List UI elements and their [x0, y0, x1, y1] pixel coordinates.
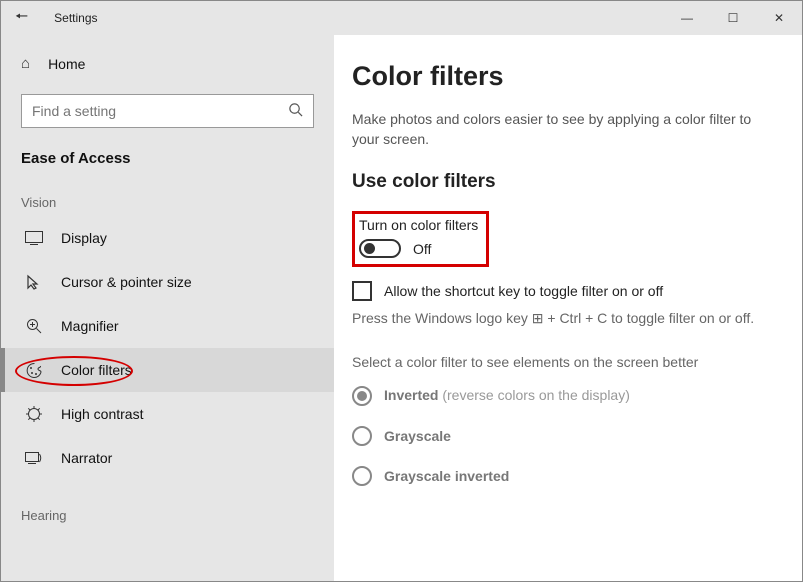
- radio-label: Grayscale: [384, 428, 451, 444]
- radio-label: Grayscale inverted: [384, 468, 509, 484]
- nav-label: High contrast: [61, 406, 143, 422]
- hint-pre: Press the Windows logo key: [352, 310, 532, 326]
- color-filters-toggle[interactable]: [359, 239, 401, 258]
- radio-inverted[interactable]: Inverted (reverse colors on the display): [352, 386, 774, 406]
- section-title: Use color filters: [352, 171, 774, 193]
- sidebar-item-display[interactable]: Display: [1, 216, 334, 260]
- content: ⌂ Home Ease of Access Vision Display Cur…: [1, 35, 802, 581]
- radio-button: [352, 386, 372, 406]
- checkbox-label: Allow the shortcut key to toggle filter …: [384, 283, 663, 299]
- radio-label: Inverted: [384, 387, 438, 403]
- titlebar-left: 🠔 Settings: [1, 6, 664, 31]
- nav-label: Display: [61, 230, 107, 246]
- radio-sub: (reverse colors on the display): [438, 387, 629, 403]
- close-button[interactable]: ✕: [756, 1, 802, 35]
- sidebar-item-color-filters[interactable]: Color filters: [1, 348, 334, 392]
- group-vision: Vision: [1, 167, 334, 216]
- window-controls: — ☐ ✕: [664, 1, 802, 35]
- titlebar: 🠔 Settings — ☐ ✕: [1, 1, 802, 35]
- sidebar-item-magnifier[interactable]: Magnifier: [1, 304, 334, 348]
- filter-select-description: Select a color filter to see elements on…: [352, 354, 774, 370]
- narrator-icon: [25, 449, 43, 467]
- annotation-box: Turn on color filters Off: [352, 211, 489, 267]
- toggle-state: Off: [413, 241, 431, 257]
- app-title: Settings: [54, 11, 97, 25]
- home-icon: ⌂: [21, 55, 30, 72]
- toggle-row: Off: [359, 239, 478, 258]
- search-input[interactable]: [32, 103, 288, 119]
- display-icon: [25, 229, 43, 247]
- maximize-button[interactable]: ☐: [710, 1, 756, 35]
- minimize-button[interactable]: —: [664, 1, 710, 35]
- shortcut-hint: Press the Windows logo key ⊞ + Ctrl + C …: [352, 309, 774, 330]
- sidebar-item-high-contrast[interactable]: High contrast: [1, 392, 334, 436]
- page-title: Color filters: [352, 61, 774, 92]
- home-label: Home: [48, 56, 85, 72]
- shortcut-checkbox-row: Allow the shortcut key to toggle filter …: [352, 281, 774, 301]
- page-description: Make photos and colors easier to see by …: [352, 110, 774, 149]
- windows-key-icon: ⊞: [532, 312, 544, 327]
- search-icon: [288, 102, 303, 121]
- nav-label: Cursor & pointer size: [61, 274, 192, 290]
- cursor-icon: [25, 273, 43, 291]
- section-heading: Ease of Access: [1, 150, 334, 167]
- home-nav[interactable]: ⌂ Home: [1, 49, 334, 78]
- toggle-knob: [364, 243, 375, 254]
- magnifier-icon: [25, 317, 43, 335]
- palette-icon: [25, 361, 43, 379]
- shortcut-checkbox[interactable]: [352, 281, 372, 301]
- radio-grayscale-inverted[interactable]: Grayscale inverted: [352, 466, 774, 486]
- main-panel: Color filters Make photos and colors eas…: [334, 35, 802, 581]
- radio-button: [352, 426, 372, 446]
- sidebar: ⌂ Home Ease of Access Vision Display Cur…: [1, 35, 334, 581]
- nav-label: Color filters: [61, 362, 132, 378]
- toggle-label: Turn on color filters: [359, 217, 478, 233]
- sidebar-item-narrator[interactable]: Narrator: [1, 436, 334, 480]
- sidebar-item-cursor[interactable]: Cursor & pointer size: [1, 260, 334, 304]
- search-box[interactable]: [21, 94, 314, 128]
- nav-label: Narrator: [61, 450, 112, 466]
- radio-button: [352, 466, 372, 486]
- group-hearing: Hearing: [1, 480, 334, 529]
- radio-grayscale[interactable]: Grayscale: [352, 426, 774, 446]
- back-arrow-icon[interactable]: 🠔: [15, 6, 28, 31]
- contrast-icon: [25, 405, 43, 423]
- hint-post: + Ctrl + C to toggle filter on or off.: [543, 310, 754, 326]
- nav-label: Magnifier: [61, 318, 119, 334]
